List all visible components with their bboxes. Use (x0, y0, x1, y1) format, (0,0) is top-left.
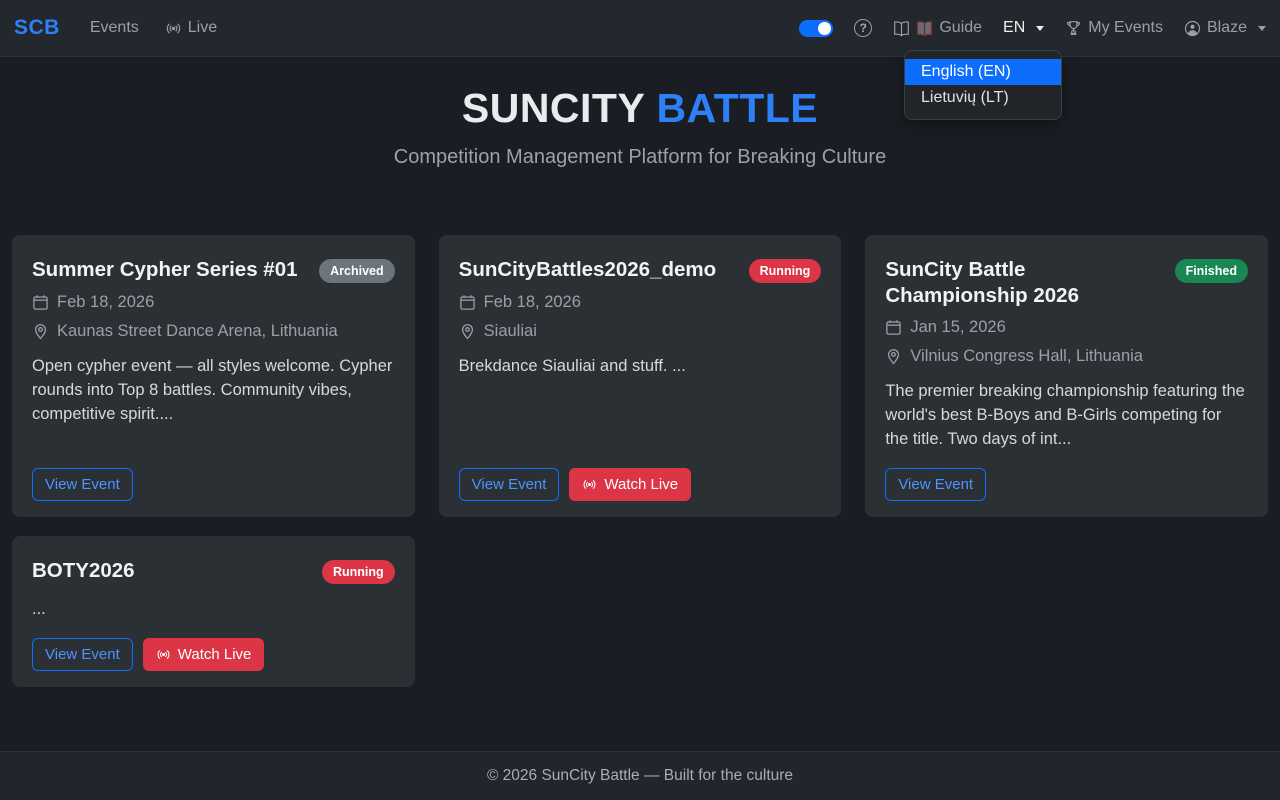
card-actions: View Event (32, 468, 395, 505)
card-header: SunCity Battle Championship 2026 Finishe… (885, 257, 1248, 308)
event-title: BOTY2026 (32, 558, 135, 584)
page-subtitle: Competition Management Platform for Brea… (0, 146, 1280, 169)
broadcast-icon (582, 477, 597, 492)
hero: SUNCITY BATTLE Competition Management Pl… (0, 85, 1280, 169)
nav-guide-label: Guide (939, 19, 982, 37)
card-header: BOTY2026 Running (32, 558, 395, 584)
event-date: Feb 18, 2026 (57, 293, 154, 312)
event-description: ... (32, 598, 395, 622)
nav-item-live[interactable]: Live (165, 19, 217, 37)
footer-text: © 2026 SunCity Battle — Built for the cu… (487, 767, 793, 785)
event-location: Vilnius Congress Hall, Lithuania (910, 347, 1143, 366)
card-header: Summer Cypher Series #01 Archived (32, 257, 395, 283)
card-header: SunCityBattles2026_demo Running (459, 257, 822, 283)
status-badge: Running (322, 560, 395, 584)
brand-logo[interactable]: SCB (14, 16, 60, 40)
menu-item-lithuanian[interactable]: Lietuvių (LT) (905, 85, 1061, 111)
status-badge: Running (749, 259, 822, 283)
status-badge: Archived (319, 259, 395, 283)
broadcast-icon (165, 20, 182, 37)
theme-toggle[interactable] (799, 20, 833, 37)
event-card: SunCity Battle Championship 2026 Finishe… (865, 235, 1268, 517)
main-content: SUNCITY BATTLE Competition Management Pl… (0, 57, 1280, 751)
status-badge: Finished (1175, 259, 1248, 283)
language-label: EN (1003, 19, 1025, 37)
trophy-icon (1065, 20, 1082, 37)
nav-links: Events Live (90, 19, 217, 37)
calendar-icon (32, 294, 49, 311)
nav-user-label: Blaze (1207, 19, 1247, 37)
event-description: The premier breaking championship featur… (885, 380, 1248, 452)
nav-my-events-label: My Events (1088, 19, 1163, 37)
geo-pin-icon (885, 348, 902, 365)
event-location-row: Kaunas Street Dance Arena, Lithuania (32, 322, 395, 341)
nav-item-my-events[interactable]: My Events (1065, 19, 1163, 37)
event-title: Summer Cypher Series #01 (32, 257, 298, 283)
event-date-row: Jan 15, 2026 (885, 318, 1248, 337)
broadcast-icon (156, 647, 171, 662)
book-emoji-icon (916, 20, 933, 37)
title-primary: SUNCITY (462, 85, 645, 131)
event-location-row: Vilnius Congress Hall, Lithuania (885, 347, 1248, 366)
language-dropdown-menu: English (EN) Lietuvių (LT) (904, 50, 1062, 120)
card-actions: View Event Watch Live (32, 638, 395, 675)
watch-live-label: Watch Live (604, 474, 678, 495)
view-event-button[interactable]: View Event (885, 468, 986, 501)
event-location: Kaunas Street Dance Arena, Lithuania (57, 322, 338, 341)
geo-pin-icon (32, 323, 49, 340)
event-card: BOTY2026 Running ... View Event Watch Li… (12, 536, 415, 687)
event-location: Siauliai (484, 322, 537, 341)
calendar-icon (459, 294, 476, 311)
card-actions: View Event (885, 468, 1248, 505)
event-date: Jan 15, 2026 (910, 318, 1005, 337)
geo-pin-icon (459, 323, 476, 340)
nav-item-events[interactable]: Events (90, 19, 139, 37)
watch-live-label: Watch Live (178, 644, 252, 665)
menu-item-english[interactable]: English (EN) (905, 59, 1061, 85)
card-actions: View Event Watch Live (459, 468, 822, 505)
language-dropdown-toggle[interactable]: EN (1003, 19, 1044, 37)
nav-item-guide[interactable]: Guide (893, 19, 982, 37)
event-card-grid: Summer Cypher Series #01 Archived Feb 18… (12, 235, 1268, 687)
event-location-row: Siauliai (459, 322, 822, 341)
toggle-knob (818, 22, 831, 35)
event-title: SunCity Battle Championship 2026 (885, 257, 1162, 308)
event-description: Open cypher event — all styles welcome. … (32, 355, 395, 427)
chevron-down-icon (1036, 26, 1044, 31)
page-title: SUNCITY BATTLE (0, 85, 1280, 132)
open-book-icon (893, 20, 910, 37)
nav-live-label: Live (188, 19, 217, 37)
person-circle-icon (1184, 20, 1201, 37)
calendar-icon (885, 319, 902, 336)
event-card: SunCityBattles2026_demo Running Feb 18, … (439, 235, 842, 517)
watch-live-button[interactable]: Watch Live (143, 638, 265, 671)
watch-live-button[interactable]: Watch Live (569, 468, 691, 501)
event-card: Summer Cypher Series #01 Archived Feb 18… (12, 235, 415, 517)
title-accent: BATTLE (656, 85, 818, 131)
event-title: SunCityBattles2026_demo (459, 257, 716, 283)
event-date-row: Feb 18, 2026 (32, 293, 395, 312)
navbar: SCB Events Live ? Guide EN (0, 0, 1280, 57)
chevron-down-icon (1258, 26, 1266, 31)
view-event-button[interactable]: View Event (32, 638, 133, 671)
event-date: Feb 18, 2026 (484, 293, 581, 312)
view-event-button[interactable]: View Event (32, 468, 133, 501)
navbar-right: ? Guide EN My Events Blaze (799, 19, 1266, 37)
user-dropdown-toggle[interactable]: Blaze (1184, 19, 1266, 37)
question-circle-icon[interactable]: ? (854, 19, 872, 37)
event-description: Brekdance Siauliai and stuff. ... (459, 355, 822, 379)
view-event-button[interactable]: View Event (459, 468, 560, 501)
footer: © 2026 SunCity Battle — Built for the cu… (0, 751, 1280, 800)
event-date-row: Feb 18, 2026 (459, 293, 822, 312)
